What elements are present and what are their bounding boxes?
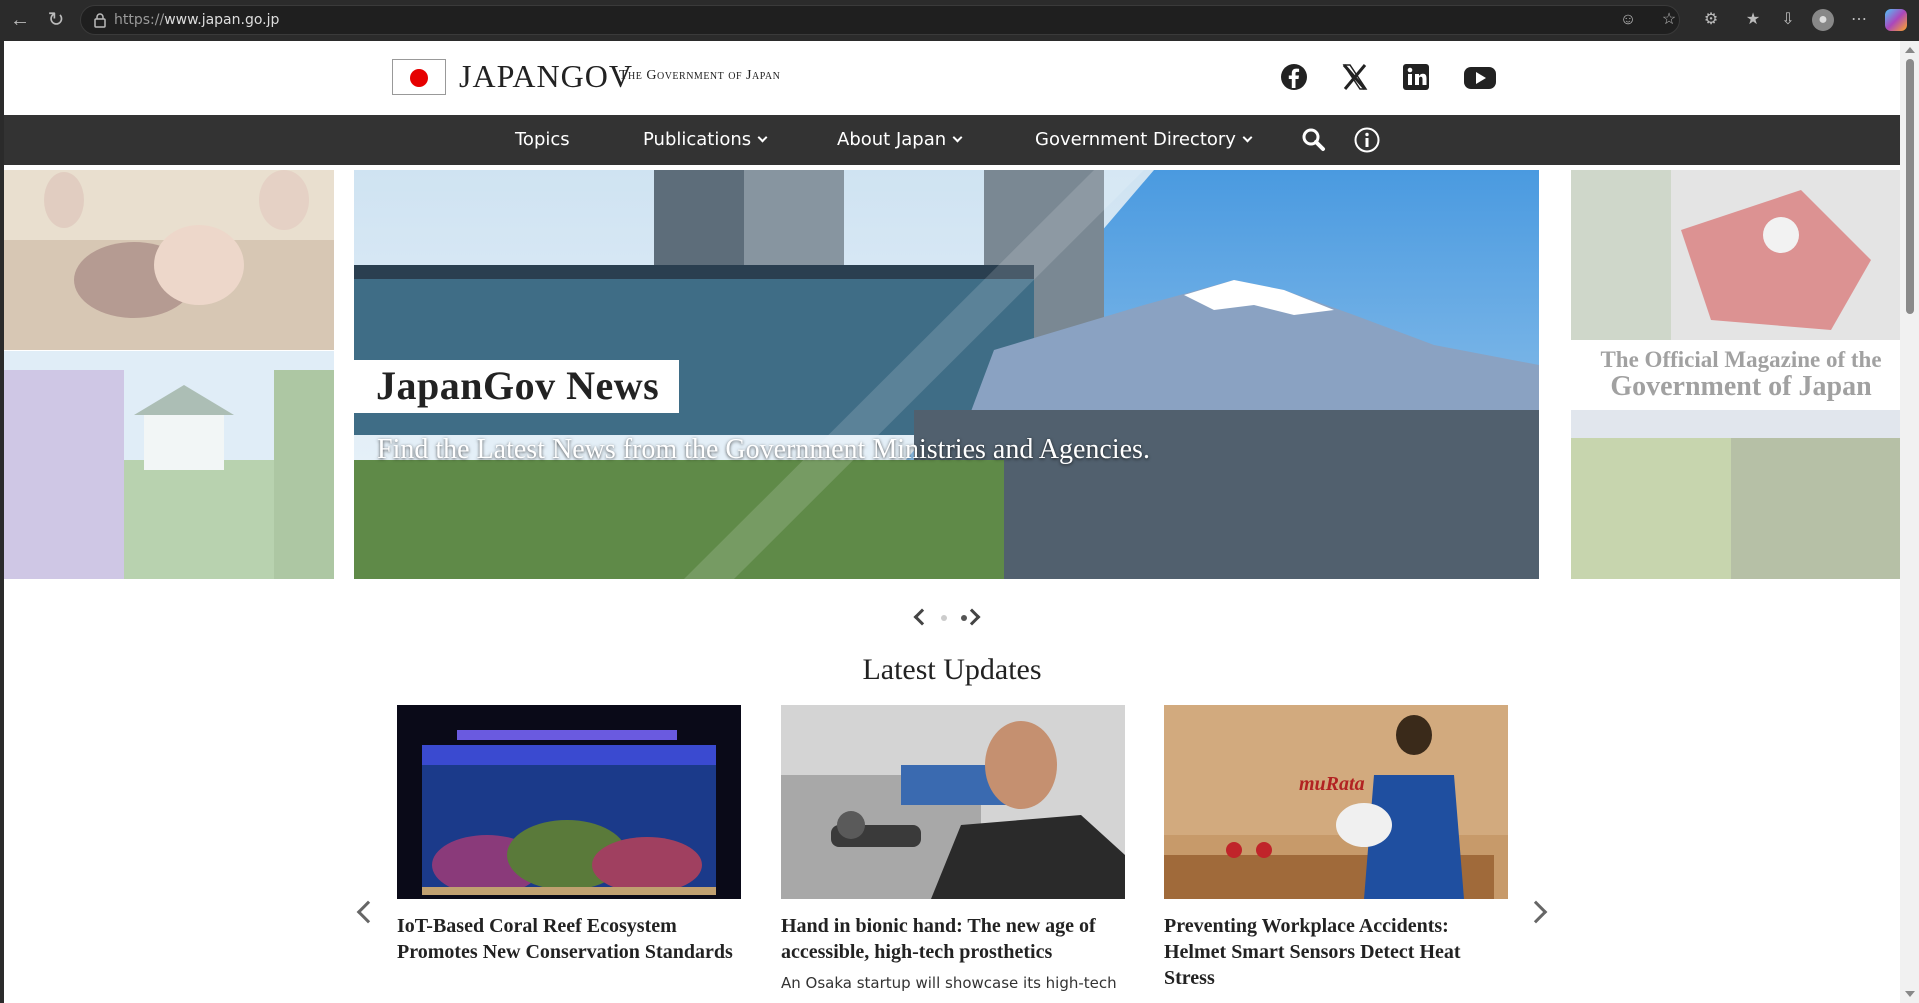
extensions-icon[interactable]: ⚙: [1700, 9, 1722, 31]
more-menu-icon[interactable]: ⋯: [1848, 9, 1870, 31]
url-host: www.japan.go.jp: [164, 12, 280, 28]
nav-about-japan[interactable]: About Japan: [837, 115, 963, 165]
magazine-promo-line2: Government of Japan: [1610, 371, 1872, 403]
linkedin-icon[interactable]: [1400, 61, 1432, 93]
news-card-image[interactable]: muRata: [1164, 705, 1508, 899]
nav-government-directory-label: Government Directory: [1035, 129, 1236, 150]
news-card[interactable]: muRata Preventing Workplace Accidents: H…: [1164, 705, 1508, 991]
url-text: https://www.japan.go.jp: [114, 12, 279, 28]
japan-flag-icon[interactable]: [392, 59, 446, 95]
x-icon[interactable]: [1339, 61, 1371, 93]
carousel-slide-next[interactable]: The Official Magazine of the Government …: [1571, 170, 1900, 579]
magazine-promo-line1: The Official Magazine of the: [1600, 347, 1882, 372]
news-card-title[interactable]: Preventing Workplace Accidents: Helmet S…: [1164, 913, 1508, 991]
latest-next-icon[interactable]: [1524, 900, 1548, 924]
news-card-image[interactable]: [781, 705, 1125, 899]
profile-avatar-icon[interactable]: ●: [1812, 9, 1834, 31]
youtube-icon[interactable]: [1462, 61, 1498, 93]
nav-publications[interactable]: Publications: [643, 115, 768, 165]
carousel-next-icon[interactable]: [963, 608, 981, 626]
news-card[interactable]: Hand in bionic hand: The new age of acce…: [781, 705, 1125, 994]
news-card-title[interactable]: IoT-Based Coral Reef Ecosystem Promotes …: [397, 913, 741, 965]
latest-updates-heading: Latest Updates: [862, 653, 1042, 686]
nav-publications-label: Publications: [643, 129, 752, 150]
helmet-sensor-image: muRata: [1164, 705, 1508, 899]
lock-icon: [94, 13, 106, 28]
chevron-down-icon: [1242, 132, 1253, 143]
reload-icon[interactable]: ↻: [44, 8, 68, 32]
magazine-promo-text: The Official Magazine of the Government …: [1591, 347, 1891, 403]
hero-subtitle: Find the Latest News from the Government…: [377, 434, 1150, 465]
copilot-icon[interactable]: [1885, 9, 1907, 31]
main-navigation: Topics Publications About Japan Governme…: [4, 115, 1900, 165]
nav-about-japan-label: About Japan: [837, 129, 947, 150]
scroll-up-icon[interactable]: [1905, 47, 1915, 53]
carousel-prev-icon[interactable]: [913, 608, 931, 626]
favorite-star-icon[interactable]: ☆: [1658, 9, 1680, 31]
nav-topics[interactable]: Topics: [515, 115, 570, 165]
page-scrollbar[interactable]: [1900, 41, 1919, 1003]
address-bar[interactable]: https://www.japan.go.jp: [80, 5, 1680, 35]
latest-prev-icon[interactable]: [356, 900, 380, 924]
aquarium-image: [397, 705, 741, 899]
carousel-controls: [912, 606, 982, 630]
svg-text:muRata: muRata: [1299, 773, 1365, 795]
news-card-image[interactable]: [397, 705, 741, 899]
carousel-slide-previous[interactable]: [4, 170, 334, 579]
scroll-down-icon[interactable]: [1905, 991, 1915, 997]
facebook-icon[interactable]: [1278, 61, 1310, 93]
scrollbar-thumb[interactable]: [1906, 59, 1914, 314]
previous-slide-image: [4, 170, 334, 579]
favorites-icon[interactable]: ★: [1742, 9, 1764, 31]
search-icon[interactable]: [1300, 126, 1328, 154]
download-icon[interactable]: ⇩: [1777, 9, 1799, 31]
reader-mode-icon[interactable]: ☺: [1617, 9, 1639, 31]
info-icon[interactable]: [1353, 126, 1381, 154]
web-page: JAPANGOV The Government of Japan Topics …: [4, 41, 1900, 1003]
site-logo[interactable]: JAPANGOV: [459, 58, 633, 95]
carousel-dot-1[interactable]: [941, 615, 947, 621]
news-card-excerpt: An Osaka startup will showcase its high-…: [781, 974, 1117, 992]
browser-toolbar: ← ↻ https://www.japan.go.jp ☺ ☆ ⚙ ★ ⇩ ● …: [0, 0, 1919, 40]
nav-topics-label: Topics: [515, 129, 570, 150]
chevron-down-icon: [952, 132, 963, 143]
site-header: JAPANGOV The Government of Japan: [4, 41, 1900, 115]
back-icon[interactable]: ←: [8, 8, 32, 32]
carousel-slide-active[interactable]: JapanGov News Find the Latest News from …: [354, 170, 1539, 579]
prosthetics-image: [781, 705, 1125, 899]
site-tagline: The Government of Japan: [619, 68, 781, 83]
news-card[interactable]: IoT-Based Coral Reef Ecosystem Promotes …: [397, 705, 741, 965]
nav-government-directory[interactable]: Government Directory: [1035, 115, 1253, 165]
hero-title[interactable]: JapanGov News: [354, 360, 680, 413]
chevron-down-icon: [757, 132, 768, 143]
news-card-title[interactable]: Hand in bionic hand: The new age of acce…: [781, 913, 1125, 965]
url-protocol: https://: [114, 12, 165, 28]
